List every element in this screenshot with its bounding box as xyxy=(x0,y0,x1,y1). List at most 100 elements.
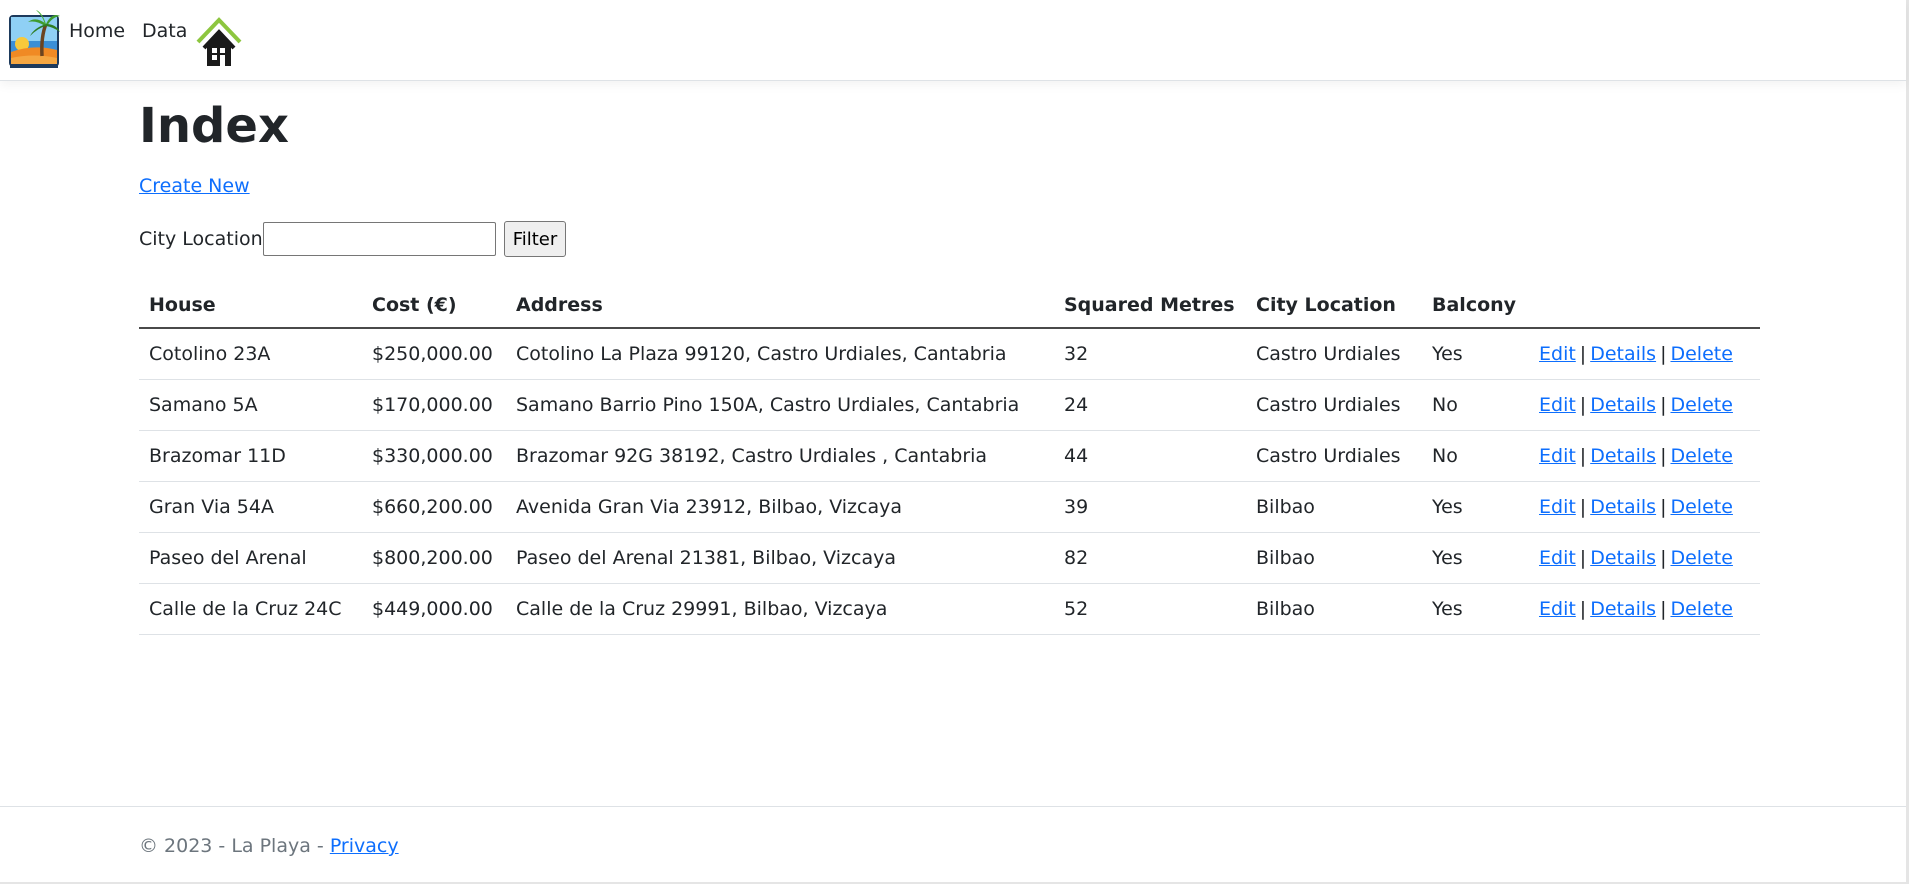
edit-link[interactable]: Edit xyxy=(1539,394,1576,416)
delete-link[interactable]: Delete xyxy=(1670,547,1732,569)
cell-cost: $170,000.00 xyxy=(362,379,506,431)
cell-address: Cotolino La Plaza 99120, Castro Urdiales… xyxy=(506,328,1054,380)
delete-link[interactable]: Delete xyxy=(1670,394,1732,416)
cell-cost: $330,000.00 xyxy=(362,430,506,482)
edit-link[interactable]: Edit xyxy=(1539,547,1576,569)
house-icon xyxy=(196,17,242,66)
beach-palm-logo[interactable] xyxy=(8,6,60,70)
delete-link[interactable]: Delete xyxy=(1670,598,1732,620)
cell-squared-metres: 44 xyxy=(1054,430,1246,482)
separator: | xyxy=(1660,343,1667,365)
edit-link[interactable]: Edit xyxy=(1539,445,1576,467)
separator: | xyxy=(1579,394,1587,416)
separator: | xyxy=(1660,547,1667,569)
cell-actions: Edit | Details | Delete xyxy=(1529,379,1760,431)
cell-balcony: No xyxy=(1422,430,1529,482)
cell-house: Calle de la Cruz 24C xyxy=(139,583,362,635)
header-actions xyxy=(1529,283,1760,329)
delete-link[interactable]: Delete xyxy=(1670,445,1732,467)
cell-actions: Edit | Details | Delete xyxy=(1529,430,1760,482)
page-title: Index xyxy=(139,98,289,154)
table-body: Cotolino 23A $250,000.00 Cotolino La Pla… xyxy=(139,328,1760,635)
cell-actions: Edit | Details | Delete xyxy=(1529,481,1760,533)
cell-cost: $250,000.00 xyxy=(362,328,506,380)
details-link[interactable]: Details xyxy=(1590,445,1656,467)
cell-address: Samano Barrio Pino 150A, Castro Urdiales… xyxy=(506,379,1054,431)
nav-home-link[interactable]: Home xyxy=(69,20,125,42)
cell-squared-metres: 24 xyxy=(1054,379,1246,431)
footer: © 2023 - La Playa - Privacy xyxy=(0,806,1906,885)
cell-balcony: No xyxy=(1422,379,1529,431)
details-link[interactable]: Details xyxy=(1590,598,1656,620)
cell-actions: Edit | Details | Delete xyxy=(1529,532,1760,584)
cell-city-location: Castro Urdiales xyxy=(1246,430,1422,482)
cell-address: Brazomar 92G 38192, Castro Urdiales , Ca… xyxy=(506,430,1054,482)
privacy-link[interactable]: Privacy xyxy=(330,835,399,857)
table-row: Paseo del Arenal $800,200.00 Paseo del A… xyxy=(139,532,1760,584)
city-location-input[interactable] xyxy=(263,222,496,256)
footer-text: © 2023 - La Playa - Privacy xyxy=(139,835,399,857)
header-squared-metres: Squared Metres xyxy=(1054,283,1246,329)
navbar: Home Data xyxy=(0,0,1906,81)
houses-table: House Cost (€) Address Squared Metres Ci… xyxy=(139,283,1760,635)
separator: | xyxy=(1579,598,1587,620)
details-link[interactable]: Details xyxy=(1590,547,1656,569)
create-new-link[interactable]: Create New xyxy=(139,175,250,197)
cell-cost: $449,000.00 xyxy=(362,583,506,635)
cell-city-location: Bilbao xyxy=(1246,481,1422,533)
separator: | xyxy=(1660,445,1667,467)
separator: | xyxy=(1579,343,1587,365)
cell-address: Calle de la Cruz 29991, Bilbao, Vizcaya xyxy=(506,583,1054,635)
header-balcony: Balcony xyxy=(1422,283,1529,329)
separator: | xyxy=(1660,496,1667,518)
table-row: Gran Via 54A $660,200.00 Avenida Gran Vi… xyxy=(139,481,1760,533)
table-row: Brazomar 11D $330,000.00 Brazomar 92G 38… xyxy=(139,430,1760,482)
cell-balcony: Yes xyxy=(1422,583,1529,635)
details-link[interactable]: Details xyxy=(1590,496,1656,518)
filter-button[interactable]: Filter xyxy=(504,221,566,257)
cell-balcony: Yes xyxy=(1422,328,1529,380)
cell-address: Avenida Gran Via 23912, Bilbao, Vizcaya xyxy=(506,481,1054,533)
separator: | xyxy=(1579,496,1587,518)
cell-city-location: Bilbao xyxy=(1246,532,1422,584)
cell-squared-metres: 52 xyxy=(1054,583,1246,635)
delete-link[interactable]: Delete xyxy=(1670,343,1732,365)
header-house: House xyxy=(139,283,362,329)
table-row: Calle de la Cruz 24C $449,000.00 Calle d… xyxy=(139,583,1760,635)
cell-house: Paseo del Arenal xyxy=(139,532,362,584)
cell-house: Brazomar 11D xyxy=(139,430,362,482)
header-city-location: City Location xyxy=(1246,283,1422,329)
edit-link[interactable]: Edit xyxy=(1539,496,1576,518)
cell-city-location: Castro Urdiales xyxy=(1246,328,1422,380)
cell-house: Cotolino 23A xyxy=(139,328,362,380)
cell-squared-metres: 32 xyxy=(1054,328,1246,380)
table-header-row: House Cost (€) Address Squared Metres Ci… xyxy=(139,283,1760,329)
cell-squared-metres: 82 xyxy=(1054,532,1246,584)
cell-city-location: Bilbao xyxy=(1246,583,1422,635)
edit-link[interactable]: Edit xyxy=(1539,343,1576,365)
cell-house: Samano 5A xyxy=(139,379,362,431)
cell-address: Paseo del Arenal 21381, Bilbao, Vizcaya xyxy=(506,532,1054,584)
city-location-label: City Location: xyxy=(139,228,270,250)
cell-city-location: Castro Urdiales xyxy=(1246,379,1422,431)
table-row: Cotolino 23A $250,000.00 Cotolino La Pla… xyxy=(139,328,1760,380)
delete-link[interactable]: Delete xyxy=(1670,496,1732,518)
edit-link[interactable]: Edit xyxy=(1539,598,1576,620)
cell-actions: Edit | Details | Delete xyxy=(1529,583,1760,635)
cell-balcony: Yes xyxy=(1422,532,1529,584)
header-address: Address xyxy=(506,283,1054,329)
cell-house: Gran Via 54A xyxy=(139,481,362,533)
cell-cost: $800,200.00 xyxy=(362,532,506,584)
separator: | xyxy=(1660,598,1667,620)
copyright-text: © 2023 - La Playa - xyxy=(139,835,330,857)
cell-squared-metres: 39 xyxy=(1054,481,1246,533)
cell-actions: Edit | Details | Delete xyxy=(1529,328,1760,380)
cell-balcony: Yes xyxy=(1422,481,1529,533)
details-link[interactable]: Details xyxy=(1590,394,1656,416)
details-link[interactable]: Details xyxy=(1590,343,1656,365)
nav-data-link[interactable]: Data xyxy=(142,20,187,42)
separator: | xyxy=(1579,445,1587,467)
separator: | xyxy=(1660,394,1667,416)
separator: | xyxy=(1579,547,1587,569)
header-cost: Cost (€) xyxy=(362,283,506,329)
